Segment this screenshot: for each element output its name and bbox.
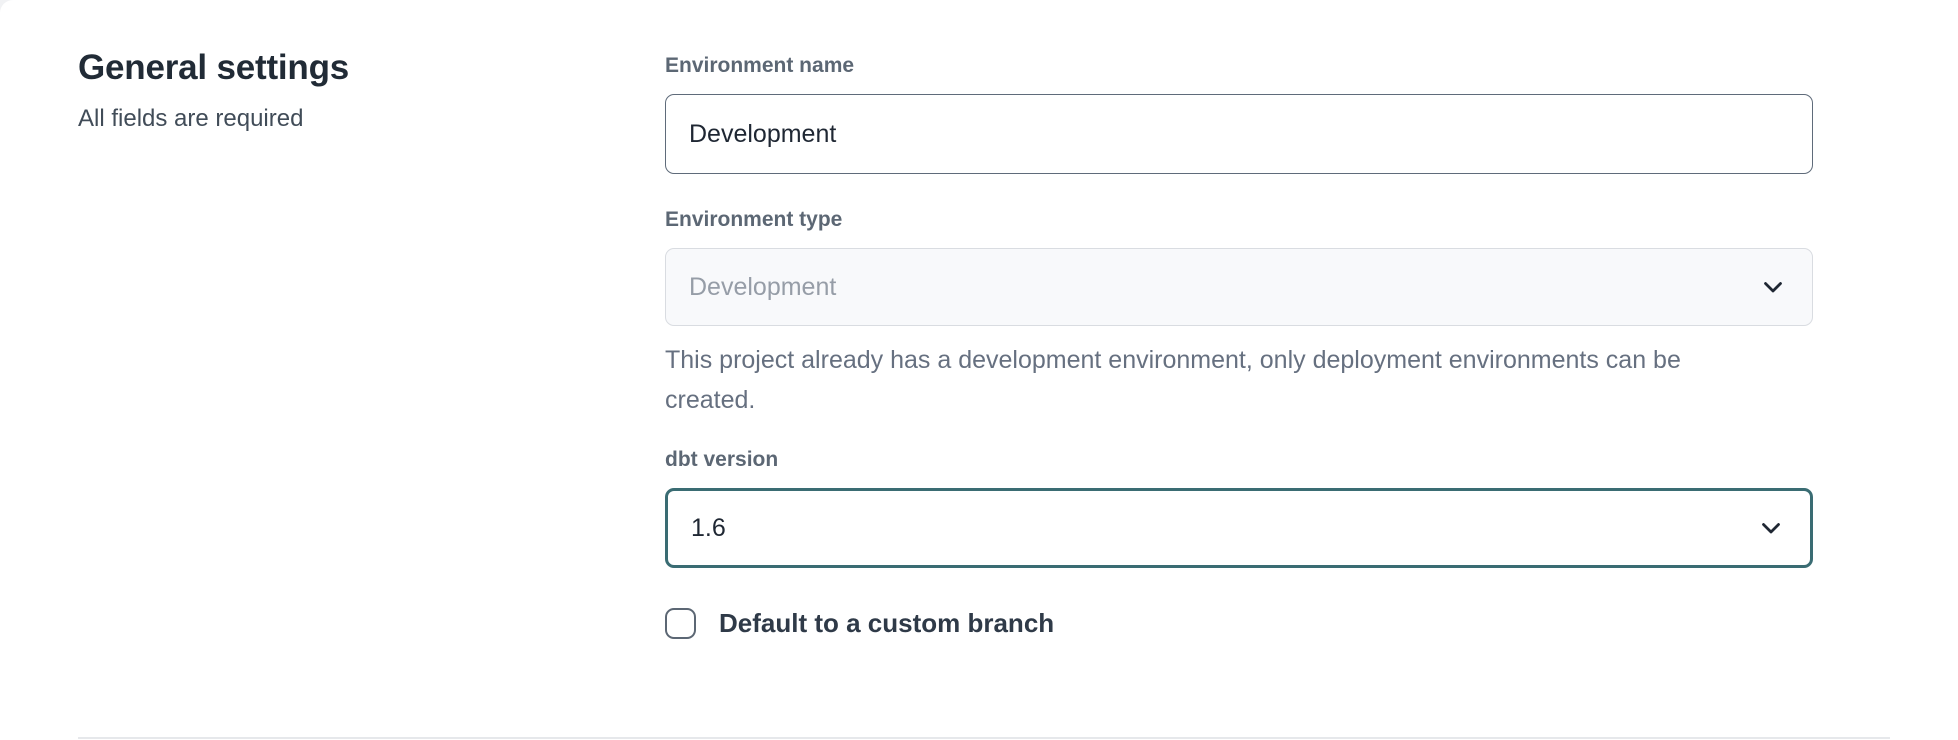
custom-branch-label: Default to a custom branch bbox=[719, 606, 1054, 640]
section-header: General settings All fields are required bbox=[0, 0, 665, 134]
environment-name-label: Environment name bbox=[665, 52, 1813, 80]
section-divider bbox=[78, 737, 1890, 739]
general-settings-section: General settings All fields are required… bbox=[0, 0, 1958, 640]
environment-type-label: Environment type bbox=[665, 206, 1813, 234]
page-subtitle: All fields are required bbox=[78, 104, 665, 134]
environment-type-field: Environment type Development This projec… bbox=[665, 206, 1813, 420]
dbt-version-select[interactable]: 1.6 bbox=[665, 488, 1813, 568]
environment-type-helper: This project already has a development e… bbox=[665, 340, 1813, 420]
chevron-down-icon bbox=[1758, 272, 1788, 302]
page-title: General settings bbox=[78, 48, 665, 88]
chevron-down-icon bbox=[1756, 513, 1786, 543]
custom-branch-row[interactable]: Default to a custom branch bbox=[665, 606, 1813, 640]
environment-name-input[interactable] bbox=[665, 94, 1813, 174]
helper-line-1: This project already has a development e… bbox=[665, 340, 1813, 380]
settings-form: Environment name Environment type Develo… bbox=[665, 0, 1813, 640]
dbt-version-value: 1.6 bbox=[691, 514, 726, 543]
environment-type-value: Development bbox=[689, 273, 836, 302]
dbt-version-field: dbt version 1.6 bbox=[665, 446, 1813, 568]
dbt-version-label: dbt version bbox=[665, 446, 1813, 474]
helper-line-2: created. bbox=[665, 380, 1813, 420]
environment-type-select: Development bbox=[665, 248, 1813, 326]
custom-branch-checkbox[interactable] bbox=[665, 608, 696, 639]
environment-name-field: Environment name bbox=[665, 52, 1813, 174]
panel-corner bbox=[0, 0, 16, 16]
